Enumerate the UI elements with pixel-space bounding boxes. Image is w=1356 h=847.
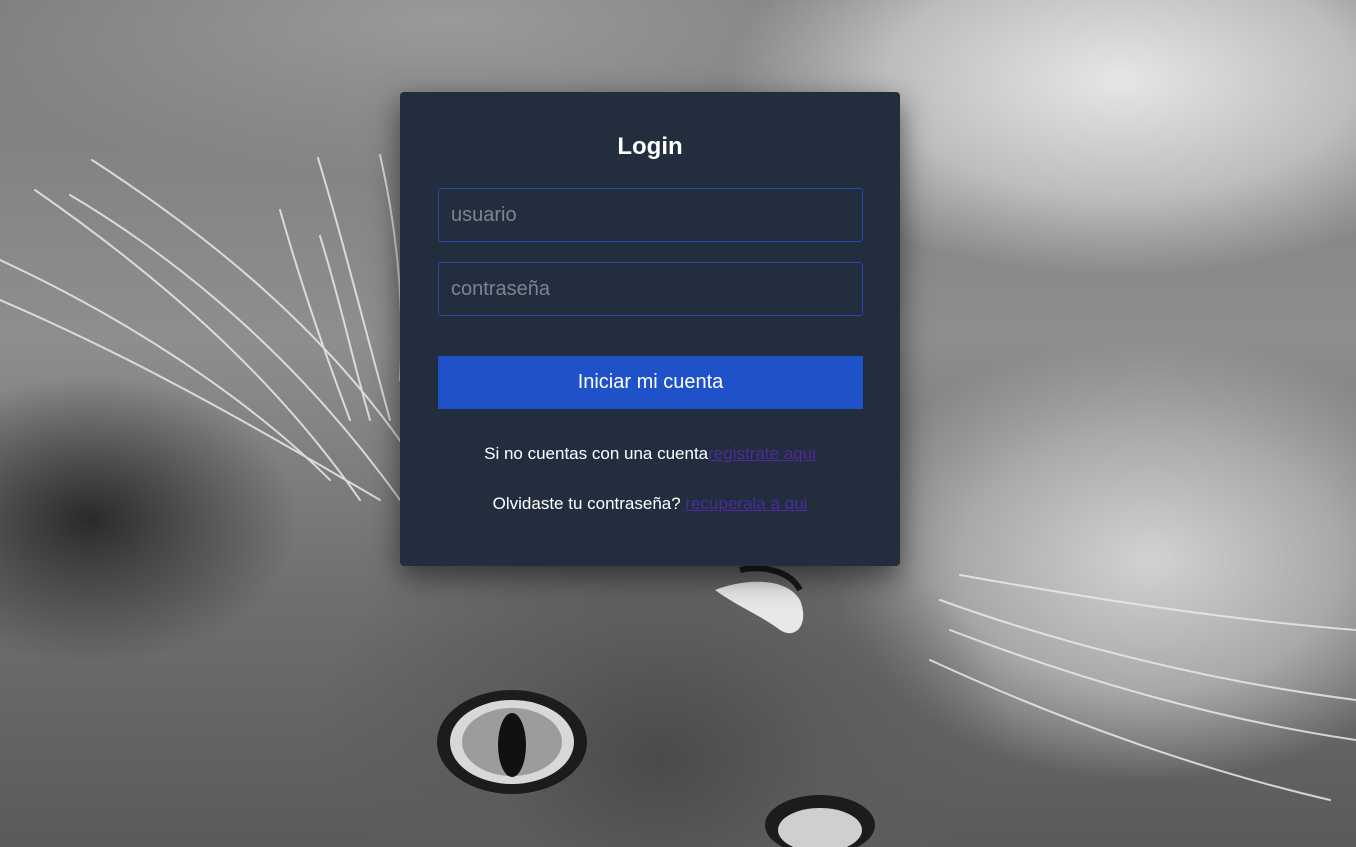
login-submit-button[interactable]: Iniciar mi cuenta <box>438 356 863 409</box>
register-prompt: Si no cuentas con una cuenta <box>484 444 709 463</box>
recover-password-link[interactable]: recuperala a qui <box>685 494 807 513</box>
recover-line: Olvidaste tu contraseña? recuperala a qu… <box>400 492 900 516</box>
recover-prompt: Olvidaste tu contraseña? <box>492 494 686 513</box>
username-input[interactable] <box>438 188 863 242</box>
register-link[interactable]: registrate aqui <box>708 444 816 463</box>
login-title: Login <box>617 133 683 160</box>
password-input[interactable] <box>438 262 863 316</box>
login-card: Login Iniciar mi cuenta Si no cuentas co… <box>400 92 900 566</box>
login-page: Login Iniciar mi cuenta Si no cuentas co… <box>0 0 1356 847</box>
register-line: Si no cuentas con una cuentaregistrate a… <box>400 442 900 466</box>
